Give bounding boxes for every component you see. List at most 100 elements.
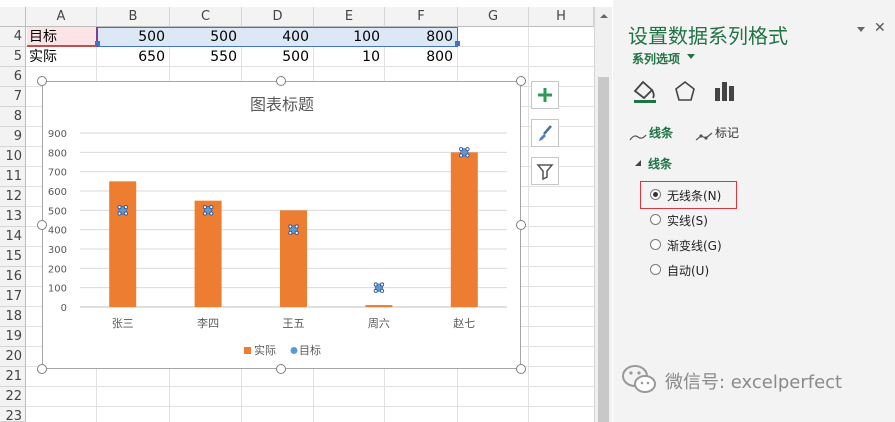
select-all-corner[interactable] xyxy=(0,7,26,27)
x-tick-label: 张三 xyxy=(112,317,134,330)
scrollbar-thumb[interactable] xyxy=(598,77,609,422)
column-header[interactable]: E xyxy=(314,7,385,27)
tab-marker[interactable]: 标记 xyxy=(695,126,739,146)
radio-label-no-line[interactable]: 无线条(N) xyxy=(667,187,721,204)
row-header[interactable]: 11 xyxy=(0,167,26,187)
resize-handle[interactable] xyxy=(37,76,47,86)
resize-handle[interactable] xyxy=(516,220,526,230)
x-tick-label: 周六 xyxy=(368,317,390,330)
row-header[interactable]: 4 xyxy=(0,27,26,47)
row-header[interactable]: 8 xyxy=(0,107,26,127)
column-header[interactable]: C xyxy=(170,7,242,27)
cell-f5[interactable]: 800 xyxy=(385,47,457,67)
collapse-triangle-icon[interactable] xyxy=(634,159,642,167)
vertical-scrollbar[interactable] xyxy=(594,7,612,422)
x-tick-label: 李四 xyxy=(197,316,219,330)
chart-svg[interactable]: 图表标题 0 100 200 300 400 500 600 700 800 900 张三 李四 王五 周… xyxy=(43,82,522,370)
row-header[interactable]: 10 xyxy=(0,147,26,167)
row-header[interactable]: 18 xyxy=(0,307,26,327)
bar-actual[interactable] xyxy=(194,200,222,307)
cell-a5[interactable]: 实际 xyxy=(29,47,96,67)
row-header[interactable]: 21 xyxy=(0,367,26,387)
chart-filters-button[interactable] xyxy=(531,157,559,185)
cell-c5[interactable]: 550 xyxy=(170,47,241,67)
cell-b5[interactable]: 650 xyxy=(97,47,169,67)
row-header[interactable]: 15 xyxy=(0,247,26,267)
column-header[interactable]: B xyxy=(97,7,170,27)
marker-selection-handle xyxy=(288,230,293,235)
row-header[interactable]: 22 xyxy=(0,387,26,407)
cell-d5[interactable]: 500 xyxy=(242,47,313,67)
tab-line[interactable]: 线条 xyxy=(629,126,673,146)
resize-handle[interactable] xyxy=(276,76,286,86)
close-icon[interactable]: ✕ xyxy=(874,20,886,36)
cell-e4[interactable]: 100 xyxy=(314,27,384,47)
gridline xyxy=(26,386,594,387)
resize-handle[interactable] xyxy=(37,220,47,230)
radio-automatic[interactable] xyxy=(650,264,661,275)
row-header[interactable]: 23 xyxy=(0,407,26,422)
marker-selection-handle xyxy=(123,211,128,216)
chart-elements-button[interactable] xyxy=(531,81,559,109)
resize-handle[interactable] xyxy=(276,364,286,374)
row-header[interactable]: 12 xyxy=(0,187,26,207)
radio-label-gradient-line[interactable]: 渐变线(G) xyxy=(667,237,722,254)
bar-actual[interactable] xyxy=(450,152,478,307)
x-tick-label: 赵七 xyxy=(453,316,475,330)
row-header[interactable]: 20 xyxy=(0,347,26,367)
radio-gradient-line[interactable] xyxy=(650,239,661,250)
row-header[interactable]: 5 xyxy=(0,47,26,67)
row-header[interactable]: 13 xyxy=(0,207,26,227)
radio-label-solid-line[interactable]: 实线(S) xyxy=(667,212,708,229)
cell-b4[interactable]: 500 xyxy=(97,27,169,47)
scroll-up-icon[interactable] xyxy=(595,7,613,25)
bar-actual[interactable] xyxy=(280,210,307,307)
fill-line-icon[interactable] xyxy=(632,79,658,103)
column-header[interactable]: F xyxy=(385,7,458,27)
column-header[interactable]: D xyxy=(242,7,314,27)
cell-c4[interactable]: 500 xyxy=(170,27,241,47)
chart-title[interactable]: 图表标题 xyxy=(250,95,314,114)
column-header[interactable]: G xyxy=(458,7,529,27)
series-options-dropdown[interactable]: 系列选项 xyxy=(632,50,680,67)
radio-label-automatic[interactable]: 自动(U) xyxy=(667,262,709,279)
row-header[interactable]: 17 xyxy=(0,287,26,307)
y-tick-label: 600 xyxy=(48,187,67,198)
radio-no-line[interactable] xyxy=(650,189,661,200)
section-header-line[interactable]: 线条 xyxy=(648,155,672,172)
x-tick-label: 王五 xyxy=(283,317,305,330)
format-series-pane[interactable]: 设置数据系列格式 ✕ 系列选项 线条 标记 线条 无线条(N) 实线(S) 渐变… xyxy=(613,0,895,422)
effects-icon[interactable] xyxy=(673,80,697,102)
row-header[interactable]: 6 xyxy=(0,67,26,87)
cell-f4[interactable]: 800 xyxy=(385,27,457,47)
marker-selection-handle xyxy=(380,282,385,287)
pane-options-icon[interactable] xyxy=(856,26,866,34)
filter-icon xyxy=(536,164,554,181)
row-header[interactable]: 9 xyxy=(0,127,26,147)
resize-handle[interactable] xyxy=(37,364,47,374)
column-header[interactable]: A xyxy=(26,7,97,27)
row-header[interactable]: 14 xyxy=(0,227,26,247)
marker-selection-handle xyxy=(123,205,128,210)
column-header[interactable]: H xyxy=(529,7,594,27)
top-strip xyxy=(0,0,594,7)
marker-selection-handle xyxy=(294,230,299,235)
chart-styles-button[interactable] xyxy=(531,119,559,147)
cell-a4[interactable]: 目标 xyxy=(29,27,96,47)
cell-e5[interactable]: 10 xyxy=(314,47,384,67)
row-header[interactable]: 19 xyxy=(0,327,26,347)
bar-actual[interactable] xyxy=(109,181,137,307)
row-header[interactable]: 7 xyxy=(0,87,26,107)
chart-area[interactable]: 图表标题 0 100 200 300 400 500 600 700 800 900 张三 李四 王五 周… xyxy=(42,81,521,369)
resize-handle[interactable] xyxy=(516,76,526,86)
marker-selection-handle xyxy=(209,205,214,210)
row-header[interactable]: 16 xyxy=(0,267,26,287)
resize-handle[interactable] xyxy=(516,364,526,374)
chevron-down-icon[interactable] xyxy=(686,53,696,61)
legend[interactable]: 实际 目标 xyxy=(244,343,321,357)
cell-d4[interactable]: 400 xyxy=(242,27,313,47)
radio-solid-line[interactable] xyxy=(650,214,661,225)
y-tick-label: 800 xyxy=(48,148,67,159)
bar-actual[interactable] xyxy=(365,305,393,307)
series-options-icon[interactable] xyxy=(713,80,737,102)
